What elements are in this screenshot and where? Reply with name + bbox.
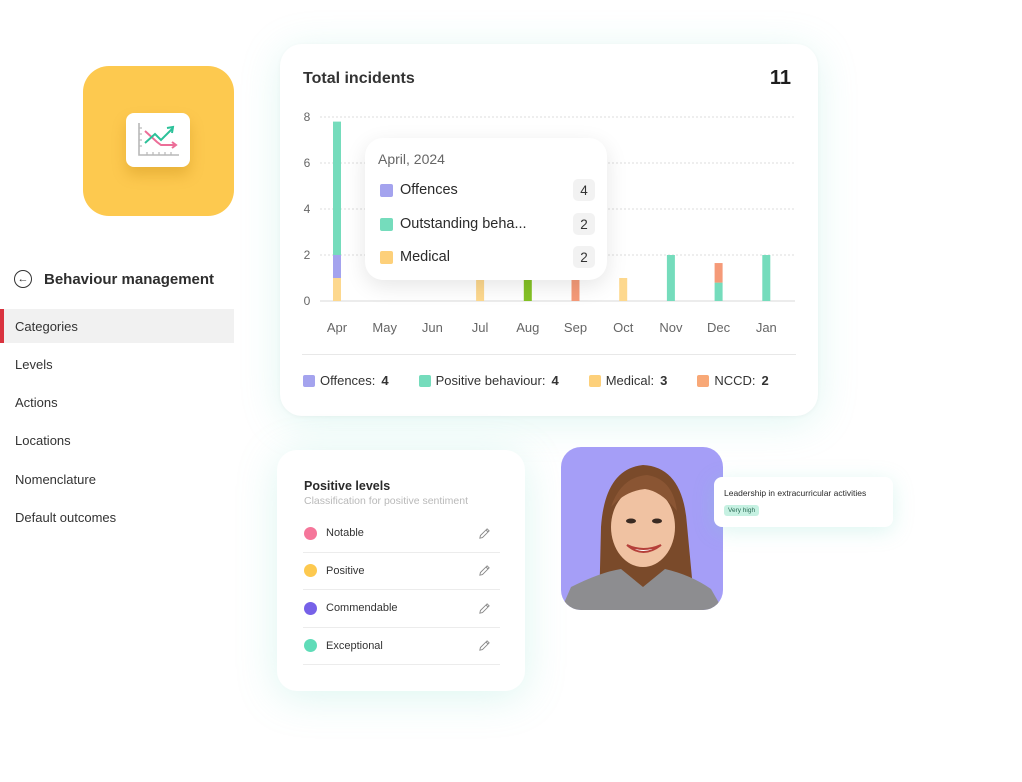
tooltip-count: 4 [573,179,595,201]
sidebar-item-default-outcomes[interactable]: Default outcomes [0,500,234,534]
levels-subtitle: Classification for positive sentiment [304,495,468,507]
positive-levels-card: Positive levels Classification for posit… [277,450,525,691]
x-tick-label: May [372,320,397,335]
bar-aug-positive-behaviour-alt-[interactable] [523,278,532,301]
x-tick-label: Dec [707,320,731,335]
legend-value: 4 [381,373,389,388]
bar-dec-positive-behaviour[interactable] [714,282,723,301]
tooltip-swatch [380,250,393,264]
sidebar-nav: Categories Levels Actions Locations Nome… [0,309,234,534]
achievement-note: Leadership in extracurricular activities [724,488,867,498]
sidebar-item-levels[interactable]: Levels [0,347,234,381]
x-tick-label: Jun [422,320,443,335]
legend-swatch [697,374,710,387]
level-color-dot [304,526,317,540]
legend-item-positive-behaviour[interactable]: Positive behaviour: 4 [418,373,559,388]
bar-sep-nccd[interactable] [571,278,580,301]
chart-tooltip: April, 2024 Offences 4 Outstanding beha.… [365,138,607,280]
tooltip-swatch [380,217,393,231]
y-tick-label: 2 [304,248,311,262]
legend-label: Offences: [320,373,376,388]
achievement-badge: Very high [724,505,760,516]
arrow-left-circle-icon[interactable]: ← [14,270,32,288]
bar-jul-medical[interactable] [476,278,485,301]
tooltip-label: Medical [400,249,450,265]
level-color-dot [304,601,317,615]
x-tick-label: Jul [472,320,489,335]
tooltip-count: 2 [573,213,595,235]
x-tick-label: Nov [659,320,683,335]
level-label: Exceptional [326,639,383,652]
x-tick-label: Aug [516,320,539,335]
bar-apr-positive-behaviour[interactable] [333,121,341,255]
tooltip-date: April, 2024 [378,151,445,167]
bar-apr-medical[interactable] [333,278,341,301]
legend-label: Medical: [605,373,655,388]
y-tick-label: 4 [304,202,311,216]
tooltip-label: Outstanding beha... [400,216,527,232]
bar-dec-nccd[interactable] [714,263,723,283]
sidebar-header: ← Behaviour management [0,262,234,296]
y-tick-label: 8 [304,110,311,124]
level-label: Notable [326,527,364,540]
sidebar-item-actions[interactable]: Actions [0,386,234,420]
legend-swatch [418,374,431,387]
legend-label: Positive behaviour: [435,373,546,388]
level-item-notable: Notable [303,515,500,553]
y-tick-label: 0 [304,294,311,308]
bar-jan-positive-behaviour[interactable] [762,255,771,301]
sidebar-item-categories[interactable]: Categories [0,309,234,343]
sidebar: ← Behaviour management Categories Levels… [0,262,234,539]
pencil-icon[interactable] [476,525,492,541]
legend-item-offences[interactable]: Offences: 4 [303,373,389,388]
tooltip-row-offences: Offences 4 [380,179,595,201]
legend-value: 2 [761,373,769,388]
legend-item-nccd[interactable]: NCCD: 2 [697,373,769,388]
x-tick-label: Jan [756,320,777,335]
tooltip-count: 2 [573,246,595,268]
sidebar-title: Behaviour management [44,270,215,288]
bar-apr-offences[interactable] [333,255,341,278]
tooltip-row-medical: Medical 2 [380,246,595,268]
tooltip-row-outstanding: Outstanding beha... 2 [380,213,595,235]
sidebar-item-locations[interactable]: Locations [0,424,234,458]
sidebar-item-nomenclature[interactable]: Nomenclature [0,462,234,496]
pencil-icon[interactable] [476,563,492,579]
tooltip-label: Offences [400,182,458,198]
level-color-dot [304,564,317,578]
legend-divider [302,354,796,355]
line-chart-icon [126,113,190,167]
legend-item-medical[interactable]: Medical: 3 [588,373,668,388]
levels-title: Positive levels [304,479,391,493]
chart-legend: Offences: 4 Positive behaviour: 4 Medica… [303,373,799,388]
x-tick-label: Sep [564,320,587,335]
achievement-card: Leadership in extracurricular activities… [714,477,893,527]
pencil-icon[interactable] [476,600,492,616]
y-tick-label: 6 [304,156,311,170]
legend-label: NCCD: [714,373,756,388]
student-photo [561,447,723,610]
legend-value: 4 [551,373,559,388]
level-item-commendable: Commendable [303,590,500,628]
app-tile [83,66,234,216]
legend-value: 3 [660,373,668,388]
level-item-exceptional: Exceptional [303,628,500,665]
legend-swatch [303,374,315,387]
tooltip-swatch [380,183,393,197]
level-item-positive: Positive [303,553,500,590]
bar-nov-positive-behaviour[interactable] [666,255,675,301]
level-label: Positive [326,564,365,577]
level-color-dot [304,639,317,653]
legend-swatch [588,374,601,387]
x-tick-label: Oct [613,320,634,335]
x-tick-label: Apr [327,320,348,335]
levels-list: Notable Positive Commendable Exceptional [303,515,500,665]
level-label: Commendable [326,602,398,615]
bar-oct-medical[interactable] [619,278,628,301]
pencil-icon[interactable] [476,638,492,654]
